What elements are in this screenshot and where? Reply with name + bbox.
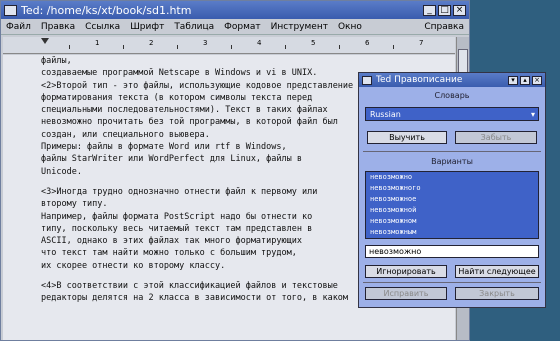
menu-table[interactable]: Таблица: [169, 22, 219, 32]
dictionary-label: Словарь: [434, 91, 470, 100]
menu-format[interactable]: Формат: [219, 22, 266, 32]
suggestion-item[interactable]: невозможного: [366, 183, 538, 194]
suggestion-item[interactable]: невозможно: [366, 172, 538, 183]
find-next-button[interactable]: Найти следующее: [455, 265, 539, 278]
indent-marker-icon[interactable]: [41, 38, 49, 52]
dialog-menu-icon[interactable]: [362, 75, 372, 85]
menu-window[interactable]: Окно: [333, 22, 367, 32]
suggestion-item[interactable]: невозможное: [366, 194, 538, 205]
ruler-tick: [393, 45, 394, 49]
dialog-titlebar[interactable]: Ted Правописание ▾ ▴ ×: [359, 73, 545, 87]
dictionary-select[interactable]: Russian ▾: [365, 107, 539, 121]
suggestion-item[interactable]: невозможном: [366, 216, 538, 227]
word-input[interactable]: невозможно: [365, 245, 539, 258]
suggestions-list[interactable]: невозможно невозможного невозможное нево…: [365, 171, 539, 239]
menu-file[interactable]: Файл: [1, 22, 36, 32]
ruler-tick: [69, 45, 70, 49]
ruler-tick: [231, 45, 232, 49]
window-titlebar[interactable]: Ted: /home/ks/xt/book/sd1.htm _ □ ×: [1, 1, 469, 19]
chevron-down-icon: ▾: [530, 110, 535, 119]
suggestion-item[interactable]: невозможной: [366, 205, 538, 216]
ignore-button[interactable]: Игнорировать: [365, 265, 447, 278]
menu-help[interactable]: Справка: [419, 22, 469, 32]
dialog-maximize-icon[interactable]: ▴: [520, 75, 530, 85]
dialog-title: Ted Правописание: [376, 75, 463, 85]
ruler-number: 2: [149, 39, 154, 47]
ruler-number: 1: [95, 39, 100, 47]
ruler-tick: [285, 45, 286, 49]
window-menu-icon[interactable]: [4, 4, 17, 16]
maximize-icon[interactable]: □: [438, 4, 451, 16]
ruler-number: 3: [203, 39, 208, 47]
ruler-tick: [339, 45, 340, 49]
menu-tools[interactable]: Инструмент: [266, 22, 333, 32]
ruler-number: 4: [257, 39, 262, 47]
close-button[interactable]: Закрыть: [455, 287, 539, 300]
divider: [363, 282, 541, 283]
ruler-tick: [177, 45, 178, 49]
menu-link[interactable]: Ссылка: [80, 22, 125, 32]
dialog-minimize-icon[interactable]: ▾: [508, 75, 518, 85]
menubar: Файл Правка Ссылка Шрифт Таблица Формат …: [1, 19, 469, 35]
menu-edit[interactable]: Правка: [36, 22, 80, 32]
forget-button[interactable]: Забыть: [455, 131, 537, 144]
learn-button[interactable]: Выучить: [367, 131, 447, 144]
ruler-tick: [123, 45, 124, 49]
suggestions-label: Варианты: [431, 157, 473, 166]
spell-check-dialog: Ted Правописание ▾ ▴ × Словарь Russian ▾…: [358, 72, 546, 308]
menu-font[interactable]: Шрифт: [125, 22, 169, 32]
ruler-number: 6: [365, 39, 370, 47]
window-title: Ted: /home/ks/xt/book/sd1.htm: [21, 3, 192, 17]
close-icon[interactable]: ×: [453, 4, 466, 16]
correct-button[interactable]: Исправить: [365, 287, 447, 300]
dictionary-value: Russian: [370, 110, 401, 119]
ruler[interactable]: 1 2 3 4 5 6 7: [3, 37, 455, 54]
dialog-close-icon[interactable]: ×: [532, 75, 542, 85]
ruler-number: 7: [419, 39, 424, 47]
minimize-icon[interactable]: _: [423, 4, 436, 16]
divider: [363, 151, 541, 152]
suggestion-item[interactable]: невозможным: [366, 227, 538, 238]
ruler-number: 5: [311, 39, 316, 47]
doc-line[interactable]: файлы,: [3, 55, 455, 67]
